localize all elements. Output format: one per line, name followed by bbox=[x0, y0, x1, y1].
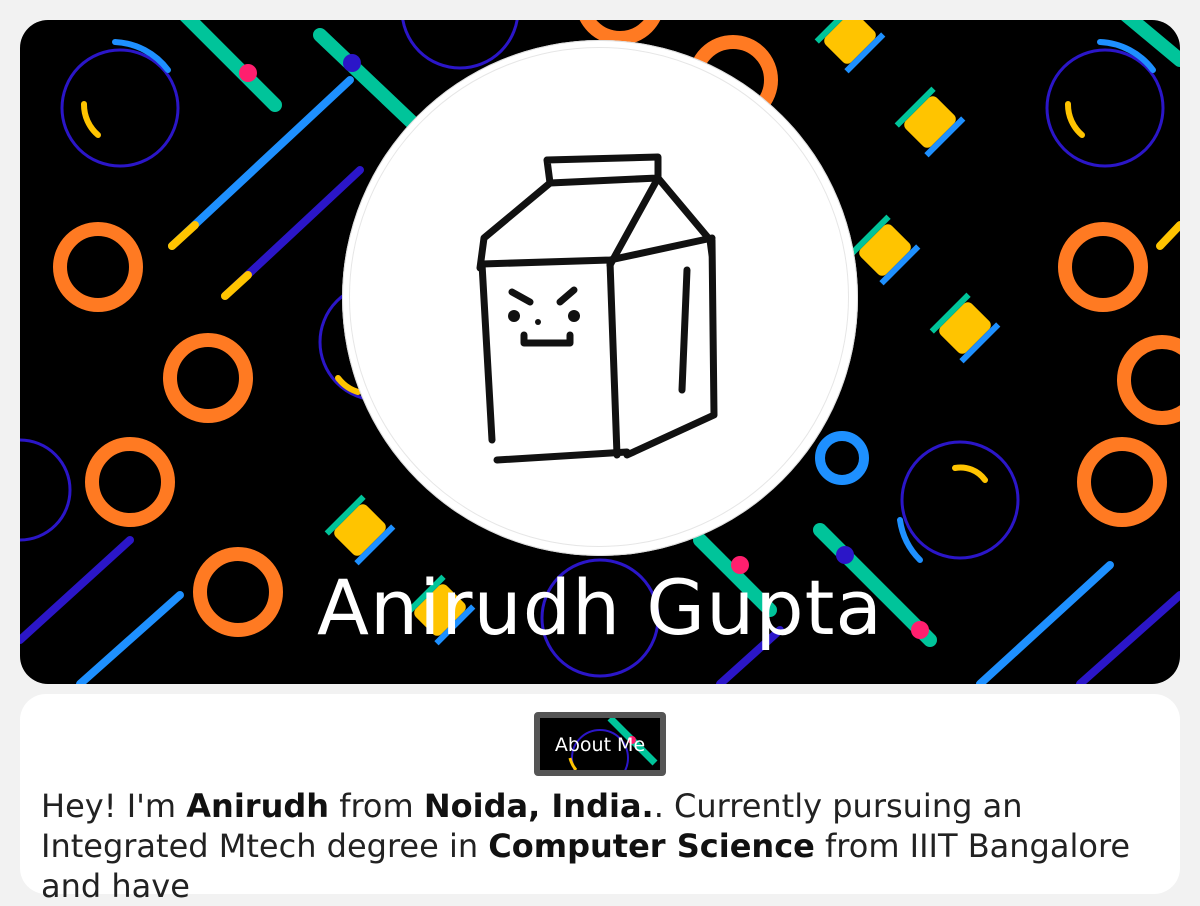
avatar-ring bbox=[349, 47, 849, 547]
about-card: About Me Hey! I'm Anirudh from Noida, In… bbox=[20, 694, 1180, 905]
intro-location: Noida, India. bbox=[423, 787, 654, 825]
profile-name: Anirudh Gupta bbox=[317, 563, 883, 652]
intro-greeting: Hey! I'm bbox=[41, 787, 187, 825]
intro-field: Computer Science bbox=[488, 827, 815, 865]
intro-from: from bbox=[329, 787, 424, 825]
about-me-button[interactable]: About Me bbox=[534, 712, 666, 776]
about-me-button-label: About Me bbox=[554, 734, 646, 756]
profile-avatar bbox=[342, 40, 858, 556]
hero-banner: Anirudh Gupta bbox=[20, 20, 1180, 684]
intro-paragraph: Hey! I'm Anirudh from Noida, India.. Cur… bbox=[41, 786, 1161, 906]
intro-first-name: Anirudh bbox=[186, 787, 330, 825]
